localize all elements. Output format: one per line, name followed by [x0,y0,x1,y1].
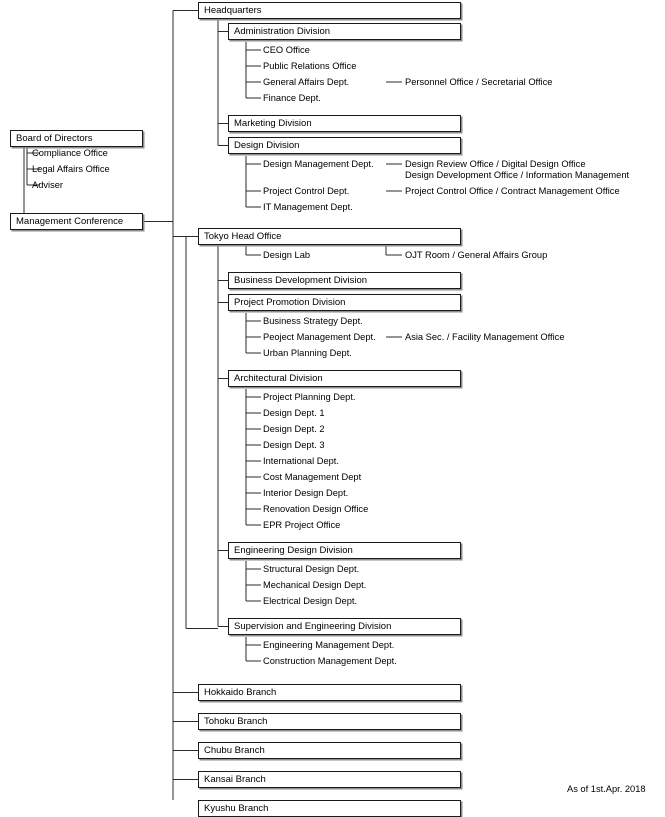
leaf-construction-management-dept[interactable]: Construction Management Dept. [263,656,397,667]
leaf-ceo-office[interactable]: CEO Office [263,45,310,56]
unit-project-control-office-contract-management-office[interactable]: Project Control Office / Contract Manage… [405,186,620,197]
leaf-it-management-dept[interactable]: IT Management Dept. [263,202,353,213]
node-tohoku-branch[interactable]: Tohoku Branch [198,713,461,730]
leaf-public-relations-office[interactable]: Public Relations Office [263,61,356,72]
leaf-general-affairs-dept[interactable]: General Affairs Dept. [263,77,349,88]
node-project-promotion-division[interactable]: Project Promotion Division [228,294,461,311]
node-architectural-division[interactable]: Architectural Division [228,370,461,387]
node-marketing-division[interactable]: Marketing Division [228,115,461,132]
org-chart: Board of Directors Compliance Office Leg… [0,0,665,817]
leaf-international-dept[interactable]: International Dept. [263,456,339,467]
node-administration-division[interactable]: Administration Division [228,23,461,40]
node-management-conference[interactable]: Management Conference [10,213,143,230]
node-hokkaido-branch[interactable]: Hokkaido Branch [198,684,461,701]
leaf-structural-design-dept[interactable]: Structural Design Dept. [263,564,359,575]
footer-as-of-date: As of 1st.Apr. 2018 [567,784,646,794]
leaf-project-control-dept[interactable]: Project Control Dept. [263,186,349,197]
leaf-epr-project-office[interactable]: EPR Project Office [263,520,340,531]
leaf-peoject-management-dept[interactable]: Peoject Management Dept. [263,332,376,343]
leaf-design-lab[interactable]: Design Lab [263,250,310,261]
node-design-division[interactable]: Design Division [228,137,461,154]
leaf-design-dept-3[interactable]: Design Dept. 3 [263,440,325,451]
node-supervision-and-engineering-division[interactable]: Supervision and Engineering Division [228,618,461,635]
leaf-design-dept-2[interactable]: Design Dept. 2 [263,424,325,435]
leaf-engineering-management-dept[interactable]: Engineering Management Dept. [263,640,394,651]
node-headquarters[interactable]: Headquarters [198,2,461,19]
leaf-design-management-dept[interactable]: Design Management Dept. [263,159,374,170]
leaf-interior-design-dept[interactable]: Interior Design Dept. [263,488,348,499]
node-business-development-division[interactable]: Business Development Division [228,272,461,289]
leaf-business-strategy-dept[interactable]: Business Strategy Dept. [263,316,363,327]
node-chubu-branch[interactable]: Chubu Branch [198,742,461,759]
leaf-finance-dept[interactable]: Finance Dept. [263,93,321,104]
node-tokyo-head-office[interactable]: Tokyo Head Office [198,228,461,245]
node-engineering-design-division[interactable]: Engineering Design Division [228,542,461,559]
unit-design-review-office-digital-design-office[interactable]: Design Review Office / Digital Design Of… [405,159,586,170]
leaf-project-planning-dept[interactable]: Project Planning Dept. [263,392,356,403]
leaf-design-dept-1[interactable]: Design Dept. 1 [263,408,325,419]
leaf-legal-affairs-office[interactable]: Legal Affairs Office [32,164,110,175]
leaf-renovation-design-office[interactable]: Renovation Design Office [263,504,368,515]
unit-asia-sec-facility-management-office[interactable]: Asia Sec. / Facility Management Office [405,332,565,343]
node-kansai-branch[interactable]: Kansai Branch [198,771,461,788]
leaf-compliance-office[interactable]: Compliance Office [32,148,108,159]
leaf-cost-management-dept[interactable]: Cost Management Dept [263,472,361,483]
leaf-electrical-design-dept[interactable]: Electrical Design Dept. [263,596,357,607]
unit-design-development-office-information-management[interactable]: Design Development Office / Information … [405,170,629,181]
leaf-adviser[interactable]: Adviser [32,180,63,191]
leaf-mechanical-design-dept[interactable]: Mechanical Design Dept. [263,580,366,591]
node-board-of-directors[interactable]: Board of Directors [10,130,143,147]
unit-ojt-room-general-affairs-group[interactable]: OJT Room / General Affairs Group [405,250,547,261]
leaf-urban-planning-dept[interactable]: Urban Planning Dept. [263,348,352,359]
unit-personnel-office-secretarial-office[interactable]: Personnel Office / Secretarial Office [405,77,552,88]
node-kyushu-branch[interactable]: Kyushu Branch [198,800,461,817]
